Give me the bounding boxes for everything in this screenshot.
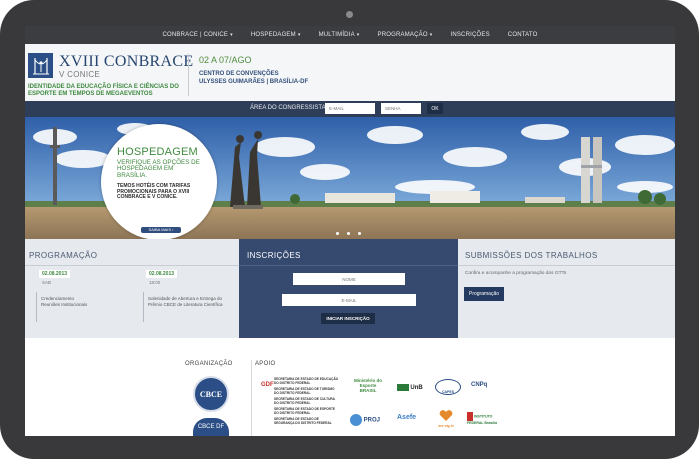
inscricao-email-input[interactable] <box>282 294 416 306</box>
proj-label: PROJ <box>363 417 381 424</box>
submissoes-text: Confira e acompanhe a programação dos GT… <box>465 271 567 276</box>
site-subtitle: V CONICE <box>59 70 101 79</box>
programacao-button[interactable]: Programação <box>464 287 504 301</box>
nav-label: CONTATO <box>507 32 538 38</box>
panel-divider <box>25 265 239 266</box>
hero-banner: HOSPEDAGEM VERIFIQUE AS OPÇÕES DE HOSPED… <box>25 117 675 239</box>
nav-item-conbrace[interactable]: CONBRACE | CONICE ▾ <box>158 32 236 38</box>
carousel-dot[interactable] <box>358 232 361 235</box>
event-text: Solenidade de Abertura e Entrega do Prêm… <box>148 296 223 307</box>
panel-divider <box>458 265 675 266</box>
programacao-title: PROGRAMAÇÃO <box>29 251 98 260</box>
event-date: 02.08.2013 <box>39 270 71 278</box>
hospedagem-promo-card[interactable]: HOSPEDAGEM VERIFIQUE AS OPÇÕES DE HOSPED… <box>101 124 217 239</box>
promo-subtext: TEMOS HOTÉIS COM TARIFAS PROMOCIONAIS PA… <box>117 183 191 201</box>
chevron-down-icon: ▾ <box>230 32 233 38</box>
unb-logo[interactable]: UnB <box>397 384 423 391</box>
venue-line-2: ULYSSES GUIMARÃES | BRASÍLIA-DF <box>199 79 309 85</box>
chevron-down-icon: ▾ <box>356 32 360 38</box>
gdf-secretaria-seguranca: SECRETARIA DE ESTADO DE SEGURANÇA DO DIS… <box>274 417 332 425</box>
site-header: XVIII CONBRACE V CONICE IDENTIDADE DA ED… <box>25 44 675 114</box>
proj-mark-icon <box>350 414 362 426</box>
venue-line-1: CENTRO DE CONVENÇÕES <box>199 71 279 77</box>
sponsors-section: ORGANIZAÇÃO APOIO CBCE CBCE DF GDF SECRE… <box>25 338 675 436</box>
nav-label: HOSPEDAGEM <box>250 32 296 38</box>
inscricoes-panel: INSCRIÇÕES INICIAR INSCRIÇÃO <box>239 239 458 338</box>
nav-label: CONBRACE | CONICE <box>162 32 229 38</box>
unb-label: UnB <box>410 384 423 391</box>
login-strip: ÁREA DO CONGRESSISTA: OK <box>25 101 675 117</box>
asefe-logo[interactable]: Asefe <box>397 414 416 421</box>
login-password-input[interactable] <box>381 103 421 114</box>
gdf-secretaria-educacao: SECRETARIA DE ESTADO DE EDUCAÇÃO DO DIST… <box>274 377 339 385</box>
panel-divider <box>239 265 458 266</box>
submissoes-panel: SUBMISSÕES DOS TRABALHOS Confira e acomp… <box>458 239 675 338</box>
chevron-down-icon: ▾ <box>297 32 301 38</box>
unb-mark-icon <box>397 384 409 391</box>
event-text: Credenciamento Reuniões Institucionais <box>41 296 88 307</box>
event-time: 18:00 <box>149 280 161 285</box>
promo-title: HOSPEDAGEM <box>117 146 198 158</box>
gdf-secretaria-esporte: SECRETARIA DE ESTADO DE ESPORTE DO DISTR… <box>274 407 336 415</box>
nav-item-contato[interactable]: CONTATO <box>504 32 542 38</box>
tablet-frame: CONBRACE | CONICE ▾ HOSPEDAGEM ▾ MULTIMÍDI… <box>0 0 699 459</box>
if-mark-icon <box>467 412 473 421</box>
ministerio-esporte-logo[interactable]: Ministério do Esporte BRASIL <box>351 378 385 393</box>
login-label: ÁREA DO CONGRESSISTA: <box>250 105 328 111</box>
cbce-df-logo[interactable]: CBCE DF <box>193 418 229 436</box>
heart-icon <box>439 410 453 421</box>
nav-item-hospedagem[interactable]: HOSPEDAGEM ▾ <box>247 32 305 38</box>
inscricoes-title: INSCRIÇÕES <box>247 251 301 260</box>
cnpq-logo[interactable]: CNPq <box>471 382 487 388</box>
carousel-dot[interactable] <box>347 232 350 235</box>
event-time: SAB <box>42 280 52 285</box>
inscricao-name-input[interactable] <box>293 273 405 285</box>
site-title: XVIII CONBRACE <box>59 53 194 70</box>
instituto-federal-logo[interactable]: INSTITUTO FEDERAL Brasília <box>467 412 503 425</box>
chevron-down-icon: ▾ <box>429 32 433 38</box>
organizacao-title: ORGANIZAÇÃO <box>185 361 233 367</box>
top-nav: CONBRACE | CONICE ▾ HOSPEDAGEM ▾ MULTIMÍDI… <box>25 26 675 44</box>
nav-item-inscricoes[interactable]: INSCRIÇÕES <box>446 32 493 38</box>
carousel-dot[interactable] <box>336 232 339 235</box>
servigiv-logo[interactable]: ser·vig·iv <box>435 410 457 428</box>
gdf-secretaria-cultura: SECRETARIA DE ESTADO DE CULTURA DO DISTR… <box>274 397 335 405</box>
timeline-line <box>36 292 37 322</box>
proj-logo[interactable]: PROJ <box>350 414 380 426</box>
timeline-line <box>143 292 144 322</box>
submissoes-title: SUBMISSÕES DOS TRABALHOS <box>465 251 598 260</box>
iniciar-inscricao-button[interactable]: INICIAR INSCRIÇÃO <box>321 313 375 324</box>
nav-item-programacao[interactable]: PROGRAMAÇÃO ▾ <box>374 32 437 38</box>
event-date: 02.08.2013 <box>146 270 178 278</box>
event-venue: CENTRO DE CONVENÇÕES ULYSSES GUIMARÃES |… <box>199 70 308 86</box>
nav-label: MULTIMÍDIA <box>318 32 355 38</box>
login-email-input[interactable] <box>325 103 375 114</box>
apoio-title: APOIO <box>255 361 276 367</box>
camera-dot <box>346 11 353 18</box>
nav-label: PROGRAMAÇÃO <box>377 32 428 38</box>
gdf-secretaria-turismo: SECRETARIA DE ESTADO DE TURISMO DO DISTR… <box>274 387 335 395</box>
servigiv-label: ser·vig·iv <box>438 424 454 428</box>
conbrace-logo-icon[interactable] <box>28 53 53 78</box>
carousel-dots <box>336 232 361 235</box>
website-screen: CONBRACE | CONICE ▾ HOSPEDAGEM ▾ MULTIMÍDI… <box>25 26 675 436</box>
header-divider <box>188 54 189 96</box>
event-dates: 02 A 07/AGO <box>199 55 252 65</box>
cbce-seal-logo[interactable]: CBCE <box>193 376 229 412</box>
login-ok-button[interactable]: OK <box>427 103 443 114</box>
capes-logo[interactable]: CAPES <box>435 379 461 395</box>
site-tagline: IDENTIDADE DA EDUCAÇÃO FÍSICA E CIÊNCIAS… <box>28 84 179 97</box>
saiba-mais-button[interactable]: SAIBA MAIS › <box>141 227 181 233</box>
gdf-logo[interactable]: GDF <box>261 382 274 388</box>
promo-text: VERIFIQUE AS OPÇÕES DE HOSPEDAGEM EM BRA… <box>117 159 200 179</box>
programacao-panel: PROGRAMAÇÃO 02.08.2013 SAB Credenciament… <box>25 239 239 338</box>
sponsors-divider <box>251 360 252 436</box>
nav-item-multimidia[interactable]: MULTIMÍDIA ▾ <box>315 32 364 38</box>
nav-label: INSCRIÇÕES <box>450 32 490 38</box>
